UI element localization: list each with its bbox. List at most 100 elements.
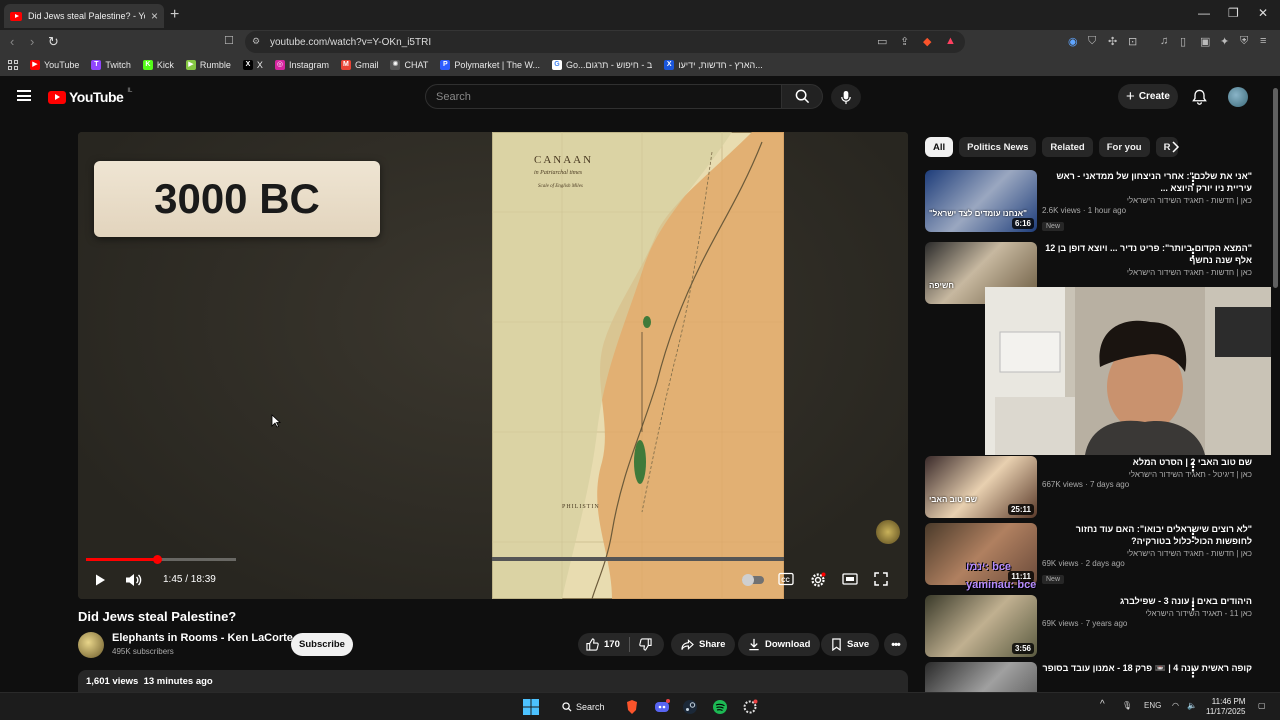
- scrollbar-thumb[interactable]: [1273, 88, 1278, 288]
- recommended-video[interactable]: שם טוב האבי 25:11 שם טוב האבי 2 | הסרט המל…: [925, 456, 1270, 518]
- video-progress-bar[interactable]: [86, 555, 236, 564]
- share-button[interactable]: Share: [671, 633, 736, 656]
- maximize-window-icon[interactable]: ❐: [1228, 6, 1239, 20]
- channel-name[interactable]: Elephants in Rooms - Ken LaCorte: [112, 632, 293, 644]
- site-info-icon[interactable]: ⚙: [252, 36, 260, 47]
- bookmark-item[interactable]: K Kick: [142, 60, 174, 70]
- vpn-icon[interactable]: ⛨: [1240, 35, 1248, 48]
- more-vertical-icon[interactable]: ⋮: [1187, 527, 1199, 541]
- notifications-center-icon[interactable]: ▢: [1258, 701, 1266, 710]
- more-vertical-icon[interactable]: ⋮: [1187, 599, 1199, 613]
- close-tab-icon[interactable]: ×: [151, 9, 158, 23]
- extension-icon[interactable]: ◉: [1068, 35, 1078, 48]
- recommended-video-title[interactable]: "המצא הקדום ביותר": פריט נדיר ... ויוצא …: [1042, 242, 1252, 266]
- recommended-channel-name[interactable]: כאן 11 - תאגיד השידור הישראלי: [1042, 609, 1252, 618]
- system-clock[interactable]: 11:46 PM 11/17/2025: [1206, 697, 1245, 717]
- shield-extension-icon[interactable]: ⛉: [1088, 35, 1096, 48]
- cast-icon[interactable]: ▭: [877, 35, 887, 48]
- extensions-puzzle-icon[interactable]: ✣: [1108, 35, 1117, 48]
- create-button[interactable]: + Create: [1118, 84, 1178, 109]
- bookmark-item[interactable]: ◎ Instagram: [274, 60, 329, 70]
- recommended-channel-name[interactable]: כאן | דיגיטל - תאגיד השידור הישראלי: [1042, 470, 1252, 479]
- recommended-video[interactable]: 3:56 היהודים באים | עונה 3 - שפילברג כאן 1…: [925, 595, 1270, 657]
- video-thumbnail[interactable]: 11:11: [925, 523, 1037, 585]
- forward-icon[interactable]: ›: [30, 34, 34, 49]
- dislike-thumbs-down-icon[interactable]: [639, 638, 652, 651]
- recommended-video-title[interactable]: "אני את שלכם": אחרי הניצחון של ממדאני - …: [1042, 170, 1252, 194]
- voice-search-button[interactable]: [831, 84, 861, 110]
- chevron-right-icon[interactable]: [1170, 141, 1180, 153]
- address-bar[interactable]: ⚙ youtube.com/watch?v=Y-OKn_i5TRI ▭ ⇪ ◆ …: [245, 31, 965, 53]
- volume-icon[interactable]: [125, 573, 143, 587]
- browser-menu-icon[interactable]: ≡: [1260, 35, 1266, 47]
- recommended-channel-name[interactable]: כאן | חדשות - תאגיד השידור הישראלי: [1042, 549, 1252, 558]
- filter-chip[interactable]: Politics News: [959, 137, 1037, 157]
- brave-rewards-icon[interactable]: ▲: [945, 35, 956, 47]
- search-input[interactable]: Search: [425, 84, 782, 109]
- screenshot-icon[interactable]: ⊡: [1128, 35, 1137, 48]
- recommended-video-title[interactable]: היהודים באים | עונה 3 - שפילברג: [1042, 595, 1252, 607]
- video-player[interactable]: 3000 BC CANAAN in Patriarchal times Scal…: [78, 132, 908, 599]
- channel-watermark[interactable]: [876, 520, 900, 544]
- bookmark-item[interactable]: X הארץ - חדשות, ידיעו...: [664, 60, 763, 70]
- more-vertical-icon[interactable]: ⋮: [1187, 246, 1199, 260]
- video-thumbnail[interactable]: שם טוב האבי 25:11: [925, 456, 1037, 518]
- windows-start-icon[interactable]: [523, 699, 539, 715]
- more-vertical-icon[interactable]: ⋮: [1187, 460, 1199, 474]
- media-control-icon[interactable]: ♫: [1160, 35, 1168, 47]
- filter-chip[interactable]: Related: [1042, 137, 1093, 157]
- bookmark-item[interactable]: G Go...ב - חיפוש - תרגום: [552, 60, 652, 70]
- settings-gear-icon[interactable]: [810, 572, 826, 588]
- channel-avatar[interactable]: [78, 632, 104, 658]
- steam-icon[interactable]: [682, 699, 698, 715]
- recommended-video-title[interactable]: קופה ראשית עונה 4 | 📼 פרק 18 - אמנון עוב…: [1042, 662, 1252, 674]
- leo-ai-icon[interactable]: ✦: [1220, 35, 1229, 48]
- video-thumbnail[interactable]: 3:56: [925, 595, 1037, 657]
- notifications-bell-icon[interactable]: [1192, 89, 1207, 105]
- input-language[interactable]: ENG: [1144, 701, 1161, 710]
- play-icon[interactable]: [93, 573, 107, 587]
- filter-chip[interactable]: All: [925, 137, 954, 157]
- bookmark-item[interactable]: M Gmail: [340, 60, 378, 70]
- bookmark-page-icon[interactable]: ☐: [224, 34, 234, 47]
- account-avatar[interactable]: [1228, 87, 1248, 107]
- close-window-icon[interactable]: ✕: [1258, 6, 1268, 20]
- wifi-icon[interactable]: ◠: [1172, 701, 1179, 710]
- more-vertical-icon[interactable]: ⋮: [1187, 666, 1199, 680]
- recommended-channel-name[interactable]: כאן | חדשות - תאגיד השידור הישראלי: [1042, 268, 1252, 277]
- brave-shield-icon[interactable]: ◆: [923, 35, 931, 48]
- page-scrollbar[interactable]: [1271, 80, 1280, 690]
- theater-mode-icon[interactable]: [842, 572, 858, 586]
- wallet-icon[interactable]: ▣: [1200, 35, 1210, 48]
- reload-icon[interactable]: ↻: [48, 34, 59, 50]
- spotify-icon[interactable]: [712, 699, 728, 715]
- recommended-video-title[interactable]: "לא רוצים שישראלים יבואו": האם עוד נחזור…: [1042, 523, 1252, 547]
- discord-icon[interactable]: [654, 699, 670, 715]
- like-thumbs-up-icon[interactable]: [586, 638, 599, 651]
- share-page-icon[interactable]: ⇪: [900, 35, 909, 48]
- youtube-logo[interactable]: YouTube IL: [48, 88, 132, 105]
- sidebar-toggle-icon[interactable]: ▯: [1180, 35, 1186, 48]
- recommended-channel-name[interactable]: כאן | חדשות - תאגיד השידור הישראלי: [1042, 196, 1252, 205]
- recommended-video-title[interactable]: שם טוב האבי 2 | הסרט המלא: [1042, 456, 1252, 468]
- app-settings-icon[interactable]: [742, 699, 758, 715]
- tray-expand-icon[interactable]: ^: [1100, 699, 1105, 710]
- autoplay-toggle[interactable]: [742, 574, 764, 586]
- recommended-video[interactable]: "אנחנו עומדים לצד ישראל" 6:16 "אני את שלכם…: [925, 170, 1270, 232]
- video-thumbnail[interactable]: "אנחנו עומדים לצד ישראל" 6:16: [925, 170, 1037, 232]
- bookmark-item[interactable]: P Polymarket | The W...: [440, 60, 540, 70]
- more-actions-button[interactable]: •••: [884, 633, 907, 656]
- filter-chip[interactable]: For you: [1098, 137, 1150, 157]
- progress-scrubber-handle[interactable]: [152, 555, 162, 564]
- bookmark-item[interactable]: XX: [242, 60, 263, 70]
- fullscreen-icon[interactable]: [874, 572, 888, 586]
- brave-browser-icon[interactable]: [624, 699, 640, 715]
- search-button[interactable]: [781, 84, 823, 109]
- tray-mic-icon[interactable]: 🎙: [1122, 701, 1132, 710]
- speaker-icon[interactable]: 🔈: [1187, 701, 1197, 710]
- recommended-video[interactable]: 11:11 "לא רוצים שישראלים יבואו": האם עוד …: [925, 523, 1270, 585]
- browser-tab-active[interactable]: Did Jews steal Palestine? - Yo ×: [4, 4, 164, 28]
- bookmark-item[interactable]: ✺ CHAT: [390, 60, 428, 70]
- like-count[interactable]: 170: [604, 639, 620, 650]
- save-button[interactable]: Save: [821, 633, 880, 656]
